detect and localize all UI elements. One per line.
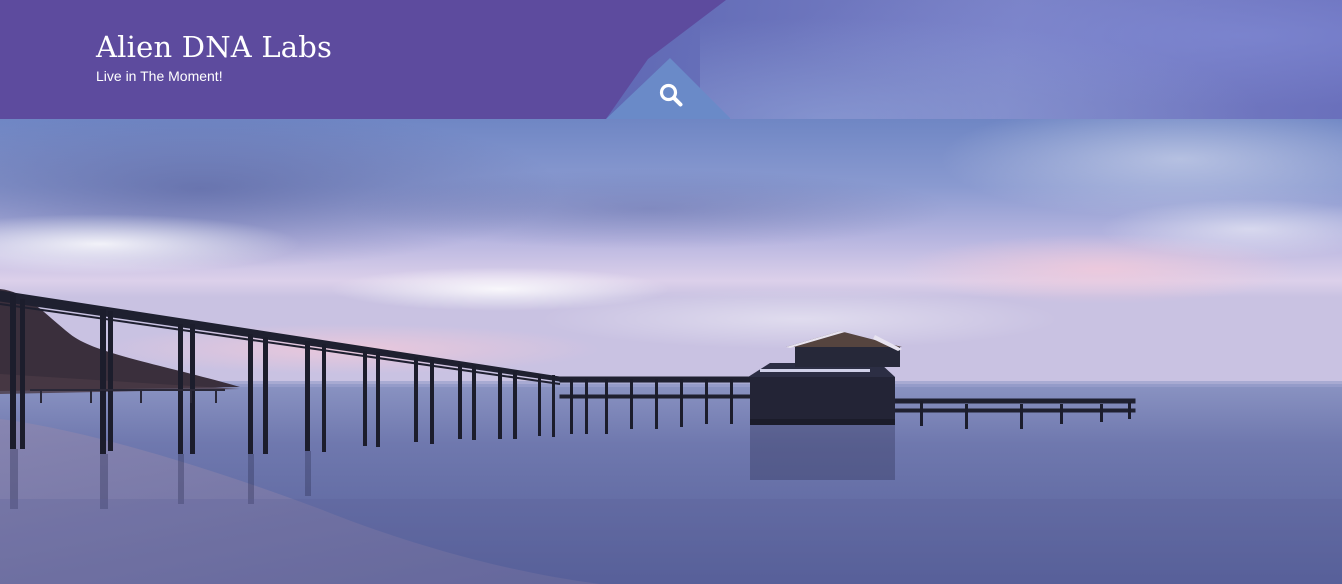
site-tagline: Live in The Moment! xyxy=(96,68,223,84)
search-button[interactable] xyxy=(656,80,686,110)
site-title[interactable]: Alien DNA Labs xyxy=(96,30,332,64)
search-icon xyxy=(659,83,683,107)
header-background xyxy=(700,0,1342,119)
pier-photo xyxy=(0,119,1342,584)
site-header: Alien DNA Labs Live in The Moment! xyxy=(0,0,1342,119)
hero-image xyxy=(0,119,1342,584)
site-branding: Alien DNA Labs Live in The Moment! xyxy=(96,30,332,84)
